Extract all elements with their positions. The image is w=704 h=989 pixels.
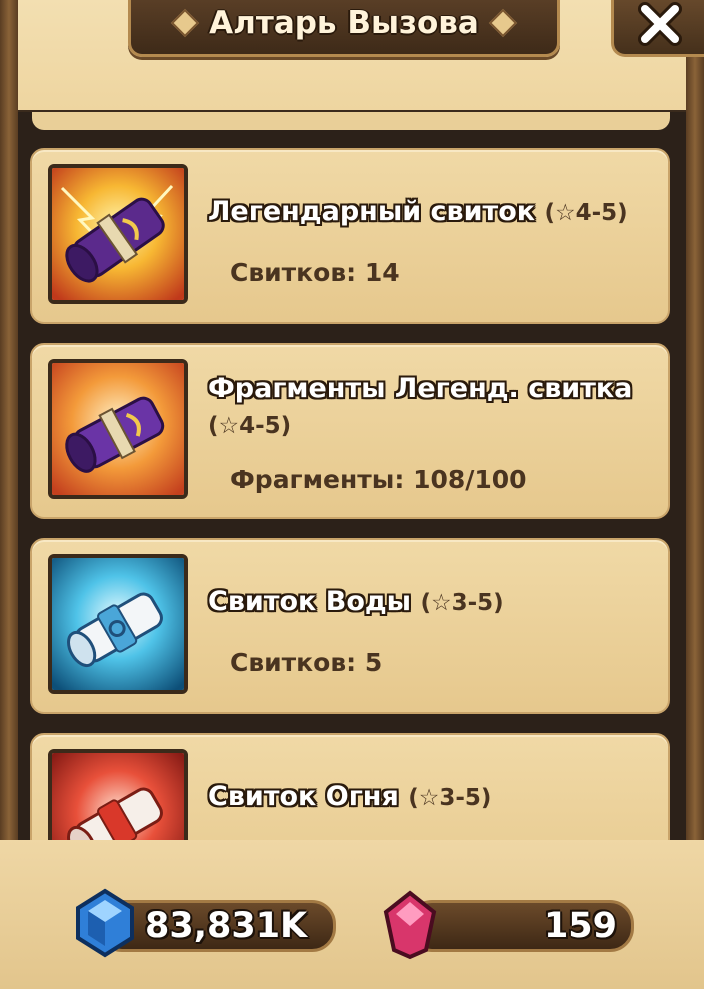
close-icon bbox=[638, 2, 682, 46]
crystal-currency: 159 bbox=[408, 900, 634, 952]
scroll-title: Свиток Огня (☆3-5) bbox=[208, 779, 668, 816]
star-range: (☆3-5) bbox=[420, 590, 504, 616]
title-plate: Алтарь Вызова bbox=[128, 0, 560, 57]
mana-value: 83,831K bbox=[145, 906, 308, 946]
crystal-value: 159 bbox=[543, 906, 617, 946]
list-item-water-scroll[interactable]: Свиток Воды (☆3-5) Свитков: 5 bbox=[30, 538, 670, 714]
legendary-scroll-fragments-icon bbox=[48, 359, 188, 499]
red-crystal-icon bbox=[383, 890, 437, 960]
star-range: (☆4-5) bbox=[208, 413, 292, 439]
scroll-name: Свиток Огня bbox=[208, 781, 399, 812]
list-item-legendary-scroll[interactable]: Легендарный свиток (☆4-5) Свитков: 14 bbox=[30, 148, 670, 324]
fragment-count: Фрагменты: 108/100 bbox=[230, 465, 527, 494]
blue-crystal-icon bbox=[76, 888, 134, 958]
scroll-name: Легендарный свиток bbox=[208, 196, 536, 227]
scroll-title: Фрагменты Легенд. свитка (☆4-5) bbox=[208, 371, 668, 444]
scroll-count: Свитков: 14 bbox=[230, 258, 400, 287]
star-range: (☆3-5) bbox=[408, 785, 492, 811]
list-item-fire-scroll[interactable]: Свиток Огня (☆3-5) bbox=[30, 733, 670, 840]
scroll-list[interactable]: Легендарный свиток (☆4-5) Свитков: 14 Фр… bbox=[18, 112, 686, 840]
scroll-name: Свиток Воды bbox=[208, 586, 412, 617]
page-title: Алтарь Вызова bbox=[209, 5, 479, 41]
scroll-title: Свиток Воды (☆3-5) bbox=[208, 584, 668, 621]
legendary-scroll-icon bbox=[48, 164, 188, 304]
fire-scroll-icon bbox=[48, 749, 188, 840]
list-top-strip bbox=[32, 112, 670, 130]
scroll-count: Свитков: 5 bbox=[230, 648, 383, 677]
diamond-ornament-icon bbox=[171, 8, 200, 38]
close-button[interactable] bbox=[611, 0, 704, 57]
scroll-name: Фрагменты Легенд. свитка bbox=[208, 373, 633, 404]
summon-altar-window: Алтарь Вызова Легендарный свиток (☆4-5) … bbox=[0, 0, 704, 989]
water-scroll-icon bbox=[48, 554, 188, 694]
list-item-legendary-fragments[interactable]: Фрагменты Легенд. свитка (☆4-5) Фрагмент… bbox=[30, 343, 670, 519]
diamond-ornament-icon bbox=[488, 8, 517, 38]
scroll-title: Легендарный свиток (☆4-5) bbox=[208, 194, 668, 231]
star-range: (☆4-5) bbox=[544, 200, 628, 226]
